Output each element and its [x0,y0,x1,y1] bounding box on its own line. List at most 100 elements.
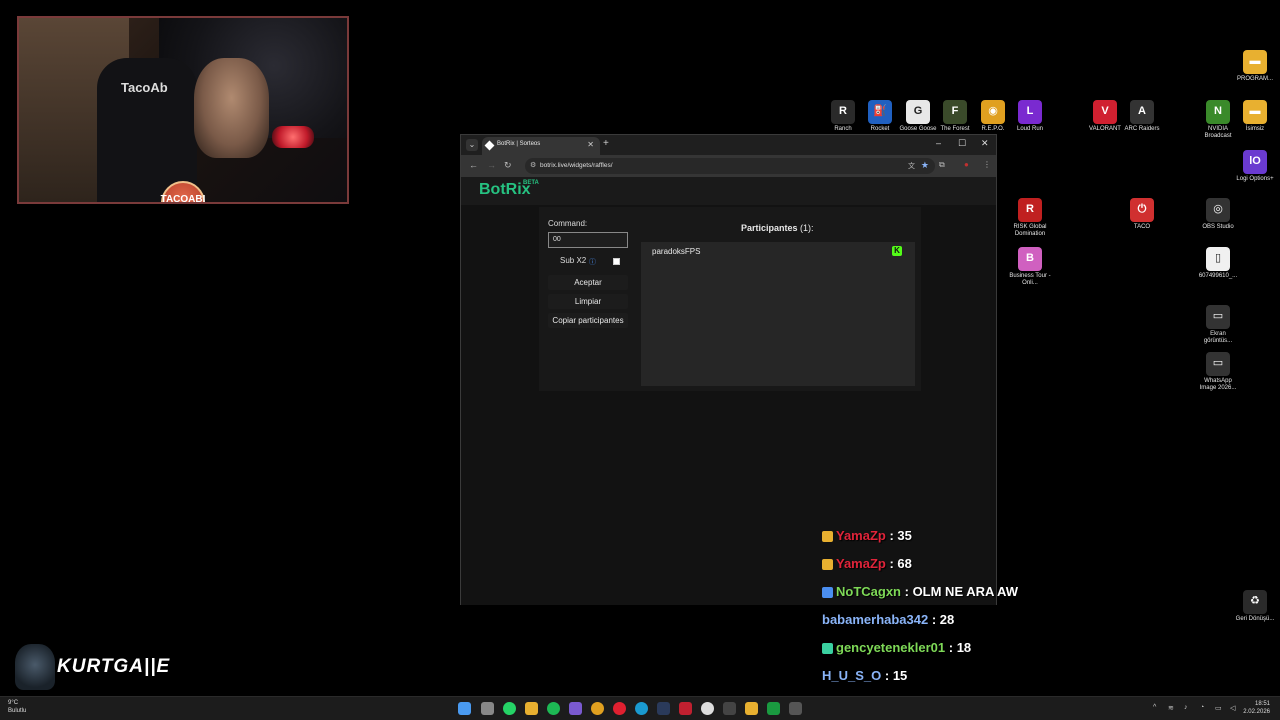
desktop-icon-t7[interactable]: A ARC Raiders [1120,100,1164,133]
app-icon-dark[interactable] [723,702,736,715]
tab-search-icon[interactable]: ⌄ [466,139,478,151]
sub-x2-label: Sub X2 [560,256,587,265]
participant-item: paradoksFPS [652,247,701,256]
chat-message: YamaZp : 68 [822,556,912,578]
copy-participants-button[interactable]: Copiar participantes [548,313,628,328]
info-icon[interactable]: ⓘ [589,257,596,267]
menu-kebab-icon[interactable]: ⋮ [983,160,991,169]
desktop-app-icon: ▭ [1206,305,1230,329]
desktop-icon-m4[interactable]: ▯ 607499610_... [1196,247,1240,280]
desktop-icon-t11[interactable]: lO Logi Options+ [1233,150,1277,183]
desktop-icon-label: OBS Studio [1202,224,1234,230]
chat-username: H_U_S_O [822,668,882,683]
tray-volume-icon[interactable]: ◁ [1230,704,1235,712]
obs-icon[interactable] [701,702,714,715]
steam-icon[interactable] [657,702,670,715]
tray-mic-icon[interactable]: ♪ [1184,704,1188,711]
tray-chevron-icon[interactable]: ^ [1153,704,1156,711]
participants-count: (1): [800,223,814,233]
clock-time: 18:51 [1254,701,1270,707]
desktop-icon-label: Business Tour - Onli... [1009,273,1051,287]
forward-icon[interactable]: → [487,160,496,170]
accept-button[interactable]: Aceptar [548,275,628,290]
chair-text: TacoAb [121,80,168,95]
tray-display-icon[interactable]: ▭ [1215,704,1222,712]
address-bar[interactable]: ⚙ botrix.live/widgets/raffles/ 文 ★ [525,158,935,174]
chrome-icon[interactable] [591,702,604,715]
desktop-icon-m0[interactable]: R RISK Global Domination [1008,198,1052,238]
extensions-icon[interactable]: ⧉ [939,160,945,170]
desktop-icon-m3[interactable]: B Business Tour - Onli... [1008,247,1052,287]
desktop-app-icon: N [1206,100,1230,124]
file-explorer-icon[interactable] [525,702,538,715]
tray-wifi-icon[interactable]: ◔ [1200,704,1204,711]
chat-separator: : [901,584,913,599]
command-input[interactable]: 00 [548,232,628,248]
new-tab-icon[interactable]: + [603,138,609,149]
chat-separator: : [885,556,898,571]
desktop-icon-t5[interactable]: L Loud Run [1008,100,1052,133]
weather-widget[interactable]: 9°C Bulutlu [8,700,26,716]
kurtgame-logo: KURTGA||E [15,644,185,690]
kick-icon[interactable]: K [892,246,902,256]
webcam-streamer [194,58,269,158]
desktop-icon-m7[interactable]: ♻ Geri Dönüşü... [1233,590,1277,623]
minimize-button[interactable]: – [936,138,941,148]
weather-temp: 9°C [8,700,19,706]
close-window-button[interactable]: ✕ [981,138,989,149]
sub-x2-checkbox[interactable] [613,258,620,265]
tab-title: BotRix | Sorteos [497,141,541,147]
site-info-icon[interactable]: ⚙ [530,161,536,169]
desktop-icon-label: WhatsApp Image 2026... [1199,378,1237,392]
chat-badge-icon [822,643,833,655]
desktop-icon-t9[interactable]: ▬ İsimsiz [1233,100,1277,133]
desktop-app-icon: ⛽ [868,100,892,124]
chat-text: 68 [897,556,912,571]
opera-icon[interactable] [613,702,626,715]
app-icon-grey[interactable] [789,702,802,715]
clear-button[interactable]: Limpiar [548,294,628,309]
task-view-icon[interactable] [481,702,494,715]
chat-badge-icon [822,587,833,599]
app-icon-red[interactable] [679,702,692,715]
desktop-app-icon: ⏻ [1130,198,1154,222]
chat-username: gencyetenekler01 [836,640,946,655]
desktop-app-icon: ♻ [1243,590,1267,614]
start-icon[interactable] [458,702,471,715]
bookmark-star-icon[interactable]: ★ [921,160,929,171]
discord-icon[interactable] [569,702,582,715]
taskbar: 9°C Bulutlu ^ ≋ ♪ ◔ ▭ ◁ 18:51 2.02.2026 [0,696,1280,720]
desktop-app-icon: A [1130,100,1154,124]
back-icon[interactable]: ← [469,160,478,170]
maximize-button[interactable]: ☐ [958,138,966,149]
translate-icon[interactable]: 文 [908,161,915,171]
tab-botrix[interactable]: BotRix | Sorteos ✕ [482,137,600,155]
tab-close-icon[interactable]: ✕ [587,140,594,149]
edge-icon[interactable] [635,702,648,715]
app-icon-yellow[interactable] [745,702,758,715]
beta-badge: BETA [523,180,539,186]
desktop-icon-m6[interactable]: ▭ WhatsApp Image 2026... [1196,352,1240,392]
webcam-overlay: TacoAb TACOABI [17,16,349,204]
tray-network-icon[interactable]: ≋ [1168,704,1174,712]
desktop-app-icon: F [943,100,967,124]
desktop-icon-label: İsimsiz [1245,126,1265,132]
desktop-app-icon: ◎ [1206,198,1230,222]
desktop-icon-m1[interactable]: ⏻ TACO [1120,198,1164,231]
clock[interactable]: 18:51 2.02.2026 [1243,700,1270,717]
whatsapp-icon[interactable] [503,702,516,715]
chat-badge-icon [822,531,833,543]
desktop-icon-m5[interactable]: ▭ Ekran görüntüs... [1196,305,1240,345]
browser-window: ⌄ BotRix | Sorteos ✕ + – ☐ ✕ ← → ↻ ⚙ bot… [460,134,997,605]
profile-avatar[interactable]: ● [964,160,969,169]
reload-icon[interactable]: ↻ [504,160,512,171]
desktop-icon-m2[interactable]: ◎ OBS Studio [1196,198,1240,231]
xbox-icon[interactable] [767,702,780,715]
desktop-icon-label: Geri Dönüşü... [1235,616,1275,622]
participants-title: Participantes (1): [741,223,814,233]
botrix-favicon-icon [484,140,495,151]
weather-desc: Bulutlu [8,707,27,714]
desktop-icon-t10[interactable]: ▬ PROGRAM... [1233,50,1277,83]
participants-label: Participantes [741,223,798,233]
spotify-icon[interactable] [547,702,560,715]
